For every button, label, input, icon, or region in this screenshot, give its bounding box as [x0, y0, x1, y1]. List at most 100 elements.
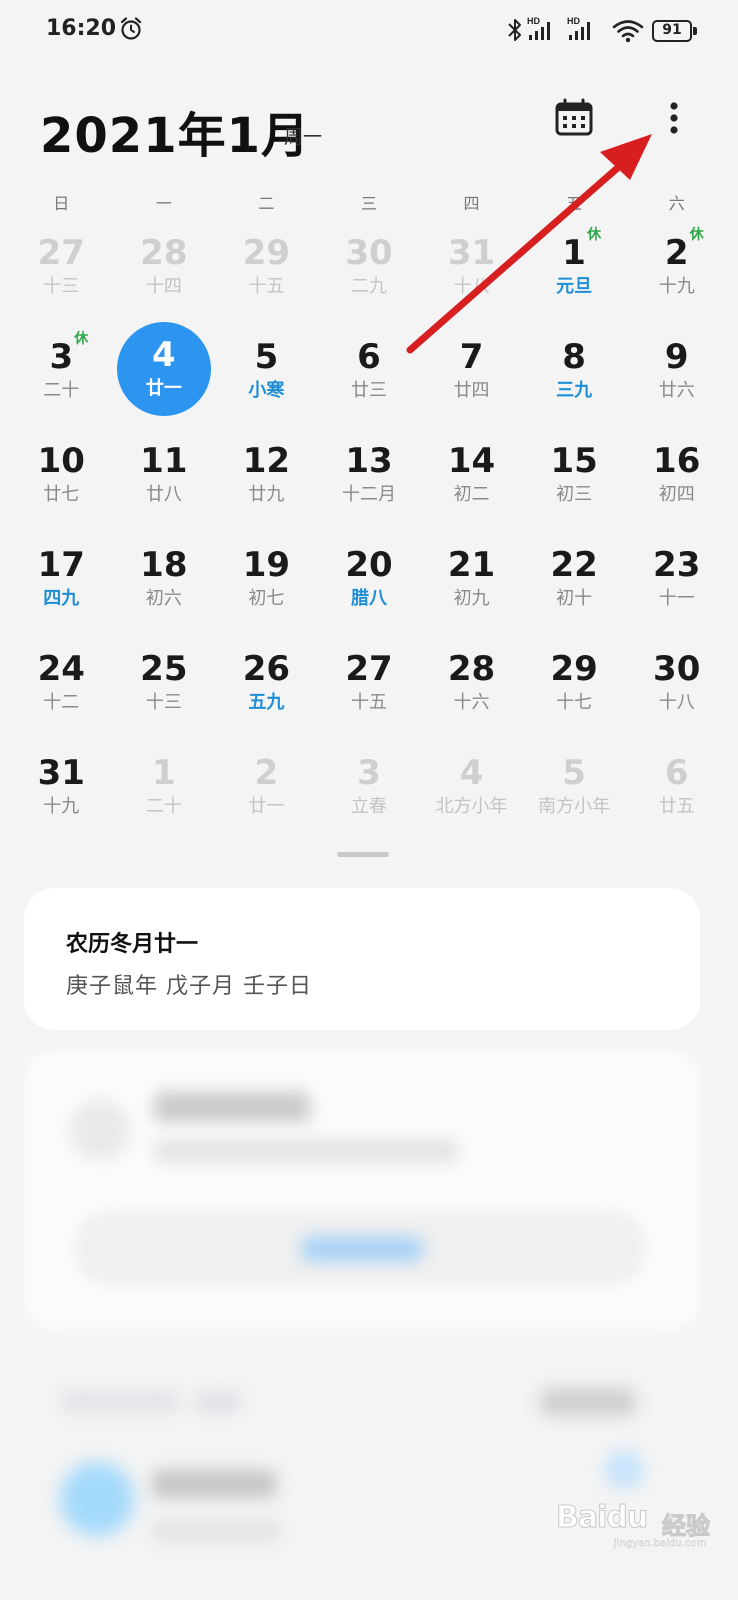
day-cell[interactable]: 1 二十 [113, 746, 216, 850]
lunar-label: 四九 [43, 588, 80, 609]
day-number: 18 [140, 545, 188, 585]
day-number: 8 [562, 337, 586, 377]
blurred-text [154, 1140, 458, 1162]
day-cell[interactable]: 31 十八 [420, 226, 523, 330]
day-cell[interactable]: 2 十九 休 [625, 226, 728, 330]
lunar-label: 初三 [556, 484, 593, 505]
lunar-label: 五九 [248, 692, 285, 713]
day-cell[interactable]: 17 四九 [10, 538, 113, 642]
day-cell[interactable]: 26 五九 [215, 642, 318, 746]
day-cell[interactable]: 27 十三 [10, 226, 113, 330]
blurred-text [540, 1388, 636, 1416]
day-number: 4 [152, 335, 176, 375]
lunar-label: 十八 [658, 692, 695, 713]
lunar-label: 廿九 [248, 484, 285, 505]
day-number: 7 [459, 337, 484, 377]
status-bar: 16:20 HD HD 91 [0, 0, 738, 62]
day-number: 23 [653, 545, 701, 585]
weekday-row: 日一二三四五六 [10, 190, 728, 214]
day-cell[interactable]: 29 十七 [523, 642, 626, 746]
day-cell[interactable]: 18 初六 [113, 538, 216, 642]
day-cell[interactable]: 23 十一 [625, 538, 728, 642]
day-number: 1 [152, 753, 176, 793]
ganzhi-date: 庚子鼠年 戊子月 壬子日 [66, 974, 312, 999]
lunar-label: 初六 [145, 588, 182, 609]
lunar-label: 廿三 [350, 380, 387, 401]
day-cell[interactable]: 21 初九 [420, 538, 523, 642]
lunar-label: 南方小年 [538, 796, 611, 817]
day-cell[interactable]: 4 北方小年 [420, 746, 523, 850]
day-cell[interactable]: 1 元旦 休 [523, 226, 626, 330]
alarm-icon [120, 17, 142, 40]
day-number: 13 [345, 441, 393, 481]
day-cell[interactable]: 12 廿九 [215, 434, 318, 538]
day-cell[interactable]: 3 二十 休 [10, 330, 113, 434]
day-cell[interactable]: 5 小寒 [215, 330, 318, 434]
calendar-grid-icon[interactable] [552, 96, 596, 140]
signal-hd-label: HD [567, 16, 580, 26]
lunar-info-card[interactable]: 农历冬月廿一 庚子鼠年 戊子月 壬子日 [24, 888, 700, 1030]
day-cell[interactable]: 6 廿五 [625, 746, 728, 850]
day-cell[interactable]: 3 立春 [318, 746, 421, 850]
day-number: 2 [664, 233, 689, 273]
day-cell[interactable]: 13 十二月 [318, 434, 421, 538]
day-cell[interactable]: 30 十八 [625, 642, 728, 746]
lunar-label: 十三 [43, 276, 80, 297]
day-cell[interactable]: 27 十五 [318, 642, 421, 746]
lunar-label: 十七 [556, 692, 593, 713]
day-cell[interactable]: 28 十六 [420, 642, 523, 746]
day-cell[interactable]: 8 三九 [523, 330, 626, 434]
current-weekday: 周一 [284, 126, 323, 148]
lunar-label: 十一 [658, 588, 695, 609]
day-number: 21 [447, 545, 496, 585]
day-cell[interactable]: 7 廿四 [420, 330, 523, 434]
day-cell[interactable]: 28 十四 [113, 226, 216, 330]
lunar-label: 初九 [453, 588, 490, 609]
day-number: 3 [357, 753, 381, 793]
watermark-url: jingyan.baidu.com [614, 1538, 707, 1549]
drag-handle[interactable] [337, 852, 389, 857]
day-cell[interactable]: 5 南方小年 [523, 746, 626, 850]
day-number: 24 [37, 649, 85, 689]
more-vertical-icon[interactable] [660, 98, 688, 142]
day-cell[interactable]: 6 廿三 [318, 330, 421, 434]
day-cell[interactable]: 16 初四 [625, 434, 728, 538]
lunar-label: 初四 [658, 484, 695, 505]
day-cell[interactable]: 31 十九 [10, 746, 113, 850]
lunar-label: 十九 [658, 276, 695, 297]
lunar-label: 北方小年 [435, 796, 508, 817]
day-number: 12 [242, 441, 291, 481]
lunar-label: 腊八 [350, 588, 387, 609]
day-cell[interactable]: 9 廿六 [625, 330, 728, 434]
day-number: 19 [242, 545, 291, 585]
lunar-date: 农历冬月廿一 [66, 932, 199, 957]
lunar-label: 廿一 [145, 378, 182, 399]
day-cell-selected[interactable]: 4 廿一 [113, 322, 216, 434]
day-number: 3 [49, 337, 74, 377]
lunar-label: 十五 [248, 276, 285, 297]
day-cell[interactable]: 25 十三 [113, 642, 216, 746]
day-cell[interactable]: 2 廿一 [215, 746, 318, 850]
lunar-label: 十四 [145, 276, 182, 297]
day-cell[interactable]: 20 腊八 [318, 538, 421, 642]
day-cell[interactable]: 14 初二 [420, 434, 523, 538]
day-cell[interactable]: 11 廿八 [113, 434, 216, 538]
day-number: 27 [37, 233, 85, 273]
day-cell[interactable]: 22 初十 [523, 538, 626, 642]
lunar-label: 廿四 [453, 380, 490, 401]
weekday-label: 五 [566, 194, 583, 213]
day-number: 14 [447, 441, 496, 481]
day-cell[interactable]: 30 二九 [318, 226, 421, 330]
day-cell[interactable]: 10 廿七 [10, 434, 113, 538]
lunar-label: 十二月 [341, 484, 396, 505]
blurred-avatar [60, 1462, 134, 1536]
day-cell[interactable]: 19 初七 [215, 538, 318, 642]
day-cell[interactable]: 24 十二 [10, 642, 113, 746]
day-number: 20 [345, 545, 393, 585]
day-cell[interactable]: 15 初三 [523, 434, 626, 538]
blurred-text [152, 1520, 280, 1542]
day-number: 25 [140, 649, 188, 689]
day-number: 29 [550, 649, 598, 689]
day-cell[interactable]: 29 十五 [215, 226, 318, 330]
day-number: 29 [242, 233, 291, 273]
